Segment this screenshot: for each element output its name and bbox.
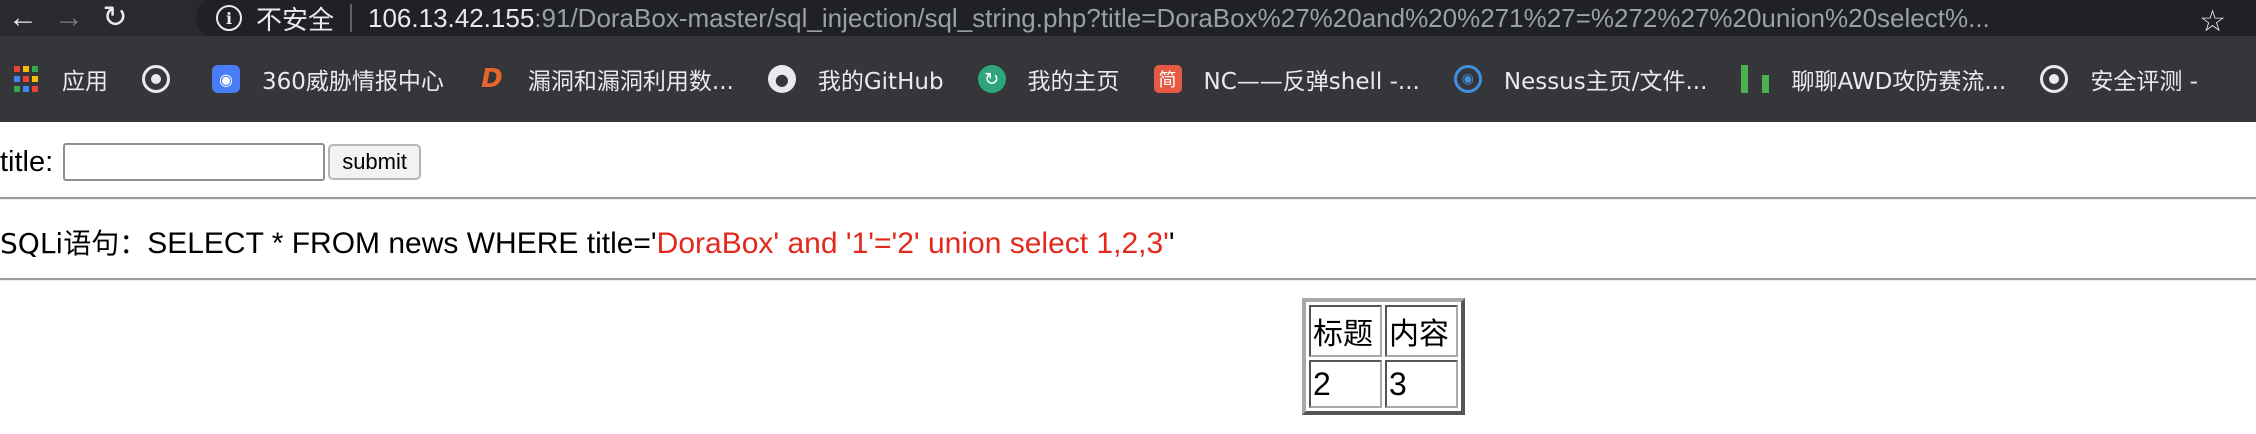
bookmark-security-eval[interactable]: 安全评测 - — [2040, 49, 2198, 109]
divider — [0, 278, 2256, 281]
bookmark-label: 安全评测 - — [2090, 69, 2198, 95]
browser-toolbar: ← → ↻ i 不安全 106.13.42.155:91/DoraBox-mas… — [0, 0, 2256, 39]
bookmark-label: 我的GitHub — [817, 69, 944, 95]
bookmark-label: 聊聊AWD攻防赛流... — [1791, 69, 2007, 95]
page-content: title: submit SQLi语句：SELECT * FROM news … — [0, 122, 2256, 434]
globe-icon — [2040, 65, 2069, 93]
url-text[interactable]: 106.13.42.155:91/DoraBox-master/sql_inje… — [368, 3, 1990, 34]
sql-payload: DoraBox' and '1'='2' union select 1,2,3' — [656, 227, 1169, 260]
info-icon[interactable]: i — [216, 5, 242, 31]
swirl-icon: ↻ — [977, 65, 1006, 93]
cell-title: 2 — [1309, 360, 1382, 408]
sql-statement: SQLi语句：SELECT * FROM news WHERE title='D… — [0, 222, 1175, 262]
github-icon: ● — [767, 65, 796, 93]
globe-icon — [142, 65, 170, 93]
forward-arrow-icon[interactable]: → — [46, 0, 92, 36]
sql-query-end: ' — [1168, 227, 1175, 260]
address-separator — [350, 4, 353, 32]
bookmarks-bar: 应用 ◉ 360威胁情报中心 D 漏洞和漏洞利用数... ● 我的GitHub … — [0, 36, 2256, 122]
table-row: 2 3 — [1309, 360, 1458, 408]
bookmark-awd[interactable]: 聊聊AWD攻防赛流... — [1741, 49, 2006, 109]
back-arrow-icon[interactable]: ← — [0, 0, 46, 36]
title-label: title: — [0, 145, 54, 178]
bookmark-homepage[interactable]: ↻ 我的主页 — [977, 49, 1120, 109]
bookmark-nc-shell[interactable]: 简 NC——反弹shell -... — [1153, 49, 1420, 109]
bookmark-label: NC——反弹shell -... — [1203, 69, 1420, 95]
bookmark-label: Nessus主页/文件... — [1503, 69, 1708, 95]
dorabox-logo-icon: D — [481, 64, 503, 94]
nessus-icon: ◉ — [1453, 65, 1482, 93]
bookmark-star-icon[interactable]: ☆ — [2199, 4, 2226, 39]
bookmark-label: 我的主页 — [1027, 69, 1120, 95]
bookmark-label: 应用 — [62, 69, 108, 95]
url-path: :91/DoraBox-master/sql_injection/sql_str… — [534, 2, 1990, 33]
bookmark-github[interactable]: ● 我的GitHub — [767, 49, 944, 109]
bookmark-globe[interactable] — [142, 49, 192, 109]
header-title: 标题 — [1309, 305, 1382, 357]
bookmark-360[interactable]: ◉ 360威胁情报中心 — [212, 49, 444, 109]
bookmark-label: 漏洞和漏洞利用数... — [527, 69, 734, 95]
table-header-row: 标题 内容 — [1309, 305, 1458, 357]
bookmark-nessus[interactable]: ◉ Nessus主页/文件... — [1453, 49, 1708, 109]
bars-icon — [1741, 65, 1770, 93]
shield-icon: ◉ — [212, 65, 240, 93]
divider — [0, 197, 2256, 200]
submit-button[interactable]: submit — [328, 144, 421, 180]
reload-icon[interactable]: ↻ — [92, 0, 138, 36]
apps-grid-icon — [12, 65, 40, 93]
result-table: 标题 内容 2 3 — [1302, 298, 1465, 415]
jian-icon: 简 — [1153, 65, 1182, 93]
address-bar[interactable]: i 不安全 106.13.42.155:91/DoraBox-master/sq… — [196, 0, 2256, 38]
bookmark-label: 360威胁情报中心 — [262, 69, 444, 95]
sql-query-start: SELECT * FROM news WHERE title=' — [147, 227, 657, 260]
security-label[interactable]: 不安全 — [256, 0, 334, 37]
cell-content: 3 — [1385, 360, 1458, 408]
sql-prefix: SQLi语句： — [0, 227, 148, 260]
bookmark-apps[interactable]: 应用 — [0, 49, 108, 109]
bookmark-vuln-db[interactable]: D 漏洞和漏洞利用数... — [478, 49, 734, 109]
search-form: title: submit — [0, 140, 421, 184]
title-input[interactable] — [63, 143, 326, 181]
header-content: 内容 — [1385, 305, 1458, 357]
url-host: 106.13.42.155 — [368, 2, 535, 33]
